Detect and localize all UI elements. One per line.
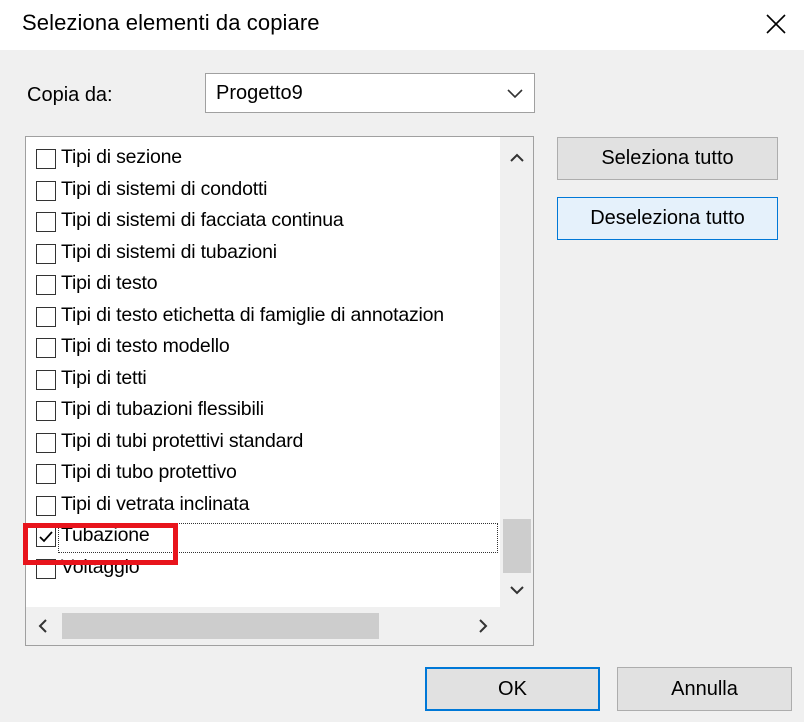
list-item-label: Tipi di tetti xyxy=(61,366,147,389)
checkmark-icon xyxy=(39,531,53,543)
list-item[interactable]: Voltaggio xyxy=(26,555,501,585)
list-item-label: Tubazione xyxy=(61,524,150,546)
list-item-label: Tipi di sistemi di condotti xyxy=(61,177,268,200)
list-item[interactable]: Tipi di sistemi di condotti xyxy=(26,177,501,207)
select-all-label: Seleziona tutto xyxy=(601,147,734,169)
close-icon[interactable] xyxy=(758,6,794,42)
horizontal-scrollbar[interactable] xyxy=(26,607,500,645)
scroll-up-icon[interactable] xyxy=(500,143,533,173)
cancel-label: Annulla xyxy=(671,678,738,700)
list-item[interactable]: Tipi di testo modello xyxy=(26,334,501,364)
list-item[interactable]: Tipi di sistemi di facciata continua xyxy=(26,208,501,238)
checkbox[interactable] xyxy=(36,306,56,327)
list-item[interactable]: Tipi di testo etichetta di famiglie di a… xyxy=(26,303,501,333)
dialog-title: Seleziona elementi da copiare xyxy=(22,10,320,35)
list-item-label: Tipi di testo etichetta di famiglie di a… xyxy=(61,303,444,326)
list-item-label: Tipi di tubi protettivi standard xyxy=(61,429,304,452)
chevron-down-icon xyxy=(506,86,524,100)
list-item-label: Tipi di sezione xyxy=(61,146,182,168)
title-bar: Seleziona elementi da copiare xyxy=(0,0,804,50)
cancel-button[interactable]: Annulla xyxy=(617,667,792,711)
scrollbar-corner xyxy=(500,607,533,645)
checkbox[interactable] xyxy=(36,495,56,516)
checkbox-checked[interactable] xyxy=(36,527,56,547)
copy-from-select[interactable]: Progetto9 xyxy=(205,73,535,113)
list-item-label: Tipi di sistemi di tubazioni xyxy=(61,240,277,263)
vertical-scrollbar[interactable] xyxy=(500,137,533,607)
list-item-label: Voltaggio xyxy=(61,555,140,578)
deselect-all-button[interactable]: Deseleziona tutto xyxy=(557,197,778,240)
copy-from-label: Copia da: xyxy=(27,84,113,106)
deselect-all-label: Deseleziona tutto xyxy=(590,207,745,229)
checkbox[interactable] xyxy=(36,149,56,169)
list-item[interactable]: Tipi di sezione xyxy=(26,145,501,175)
checkbox[interactable] xyxy=(36,338,56,358)
list-item-label: Tipi di testo xyxy=(61,272,158,294)
ok-button[interactable]: OK xyxy=(425,667,600,711)
list-item[interactable]: Tipi di tubazioni flessibili xyxy=(26,397,501,427)
checkbox[interactable] xyxy=(36,243,56,264)
copy-from-value: Progetto9 xyxy=(216,82,303,104)
list-item-label: Tipi di tubazioni flessibili xyxy=(61,398,264,420)
scroll-left-icon[interactable] xyxy=(26,607,60,645)
list-item[interactable]: Tipi di vetrata inclinata xyxy=(26,492,501,522)
horizontal-scroll-thumb[interactable] xyxy=(62,613,379,639)
list-item-label: Tipi di sistemi di facciata continua xyxy=(61,209,344,231)
select-all-button[interactable]: Seleziona tutto xyxy=(557,137,778,180)
category-rows: Tipi di sezione Tipi di sistemi di condot… xyxy=(26,137,501,585)
category-list[interactable]: Tipi di sezione Tipi di sistemi di condot… xyxy=(25,136,534,646)
checkbox[interactable] xyxy=(36,369,56,390)
checkbox[interactable] xyxy=(36,180,56,201)
checkbox[interactable] xyxy=(36,432,56,453)
checkbox[interactable] xyxy=(36,275,56,295)
list-item[interactable]: Tipi di tubo protettivo xyxy=(26,460,501,490)
checkbox[interactable] xyxy=(36,464,56,484)
list-item-label: Tipi di vetrata inclinata xyxy=(61,492,250,515)
list-item[interactable]: Tipi di sistemi di tubazioni xyxy=(26,240,501,270)
checkbox[interactable] xyxy=(36,558,56,579)
scroll-right-icon[interactable] xyxy=(466,607,500,645)
vertical-scroll-thumb[interactable] xyxy=(503,519,531,573)
list-item[interactable]: Tipi di tetti xyxy=(26,366,501,396)
list-item[interactable]: Tipi di tubi protettivi standard xyxy=(26,429,501,459)
checkbox[interactable] xyxy=(36,401,56,421)
list-item-label: Tipi di tubo protettivo xyxy=(61,461,237,483)
scroll-down-icon[interactable] xyxy=(500,575,533,605)
ok-label: OK xyxy=(498,678,527,700)
list-item-label: Tipi di testo modello xyxy=(61,335,230,357)
checkbox[interactable] xyxy=(36,212,56,232)
list-item[interactable]: Tipi di testo xyxy=(26,271,501,301)
list-item[interactable]: Tubazione xyxy=(26,523,501,553)
